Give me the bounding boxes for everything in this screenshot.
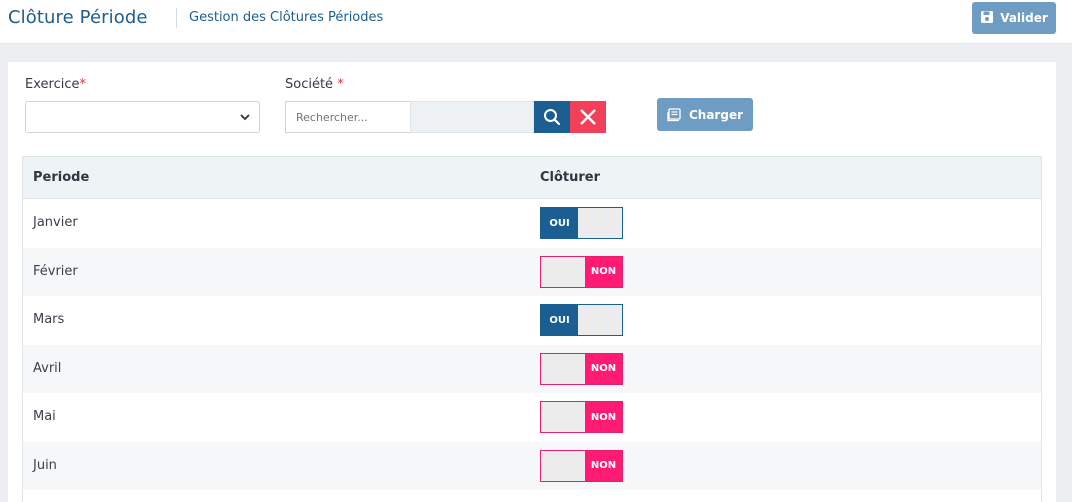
cloturer-toggle[interactable]: OUI	[540, 304, 623, 336]
save-icon	[980, 10, 994, 27]
load-button[interactable]: Charger	[657, 98, 753, 131]
table-row: Janvier OUI	[23, 199, 1041, 248]
period-name: Janvier	[33, 215, 78, 230]
search-icon	[544, 109, 561, 126]
period-name: Avril	[33, 360, 62, 376]
validate-button[interactable]: Valider	[972, 2, 1056, 34]
societe-search-input[interactable]	[285, 101, 410, 133]
period-name: Mars	[33, 312, 65, 327]
cloturer-toggle[interactable]: NON	[540, 352, 623, 385]
exercice-select[interactable]	[25, 101, 260, 133]
cloturer-toggle[interactable]: NON	[540, 255, 623, 288]
toggle-state-label: NON	[585, 402, 622, 432]
period-table: Periode Clôturer Janvier OUI Février NON Mar…	[22, 156, 1042, 502]
table-row: Mars OUI	[23, 296, 1041, 345]
stack-icon	[667, 107, 681, 121]
chevron-down-icon	[240, 114, 250, 121]
period-name: Février	[33, 263, 78, 279]
search-button[interactable]	[534, 101, 570, 133]
cloturer-toggle[interactable]: NON	[540, 449, 623, 482]
validate-label: Valider	[1000, 11, 1048, 25]
close-icon	[580, 109, 596, 125]
main-panel: Exercice* Société * Charger Periode	[8, 62, 1056, 502]
top-bar: Clôture Période Gestion des Clôtures Pér…	[0, 0, 1072, 44]
table-row: Février NON	[23, 247, 1041, 296]
column-header-periode: Periode	[33, 170, 90, 185]
table-row: Juin NON	[23, 441, 1041, 490]
toggle-state-label: OUI	[541, 208, 578, 238]
cloturer-toggle[interactable]: NON	[540, 401, 623, 433]
toggle-state-label: NON	[585, 256, 622, 287]
toggle-state-label: OUI	[541, 305, 578, 335]
societe-name-field	[410, 101, 534, 133]
column-header-cloturer: Clôturer	[540, 170, 601, 185]
toggle-state-label: NON	[585, 450, 622, 481]
load-label: Charger	[688, 107, 743, 122]
breadcrumb[interactable]: Gestion des Clôtures Périodes	[189, 10, 383, 25]
period-name: Mai	[33, 409, 56, 424]
toggle-state-label: NON	[585, 353, 622, 384]
table-header: Periode Clôturer	[23, 157, 1041, 199]
title-divider	[176, 8, 177, 28]
table-row: Mai NON	[23, 393, 1041, 442]
exercice-label: Exercice*	[25, 77, 86, 92]
table-row: Avril NON	[23, 344, 1041, 393]
period-name: Juin	[33, 457, 57, 473]
cloturer-toggle[interactable]: OUI	[540, 207, 623, 239]
page-title: Clôture Période	[8, 7, 148, 28]
clear-button[interactable]	[570, 101, 606, 133]
societe-label: Société *	[285, 77, 344, 92]
